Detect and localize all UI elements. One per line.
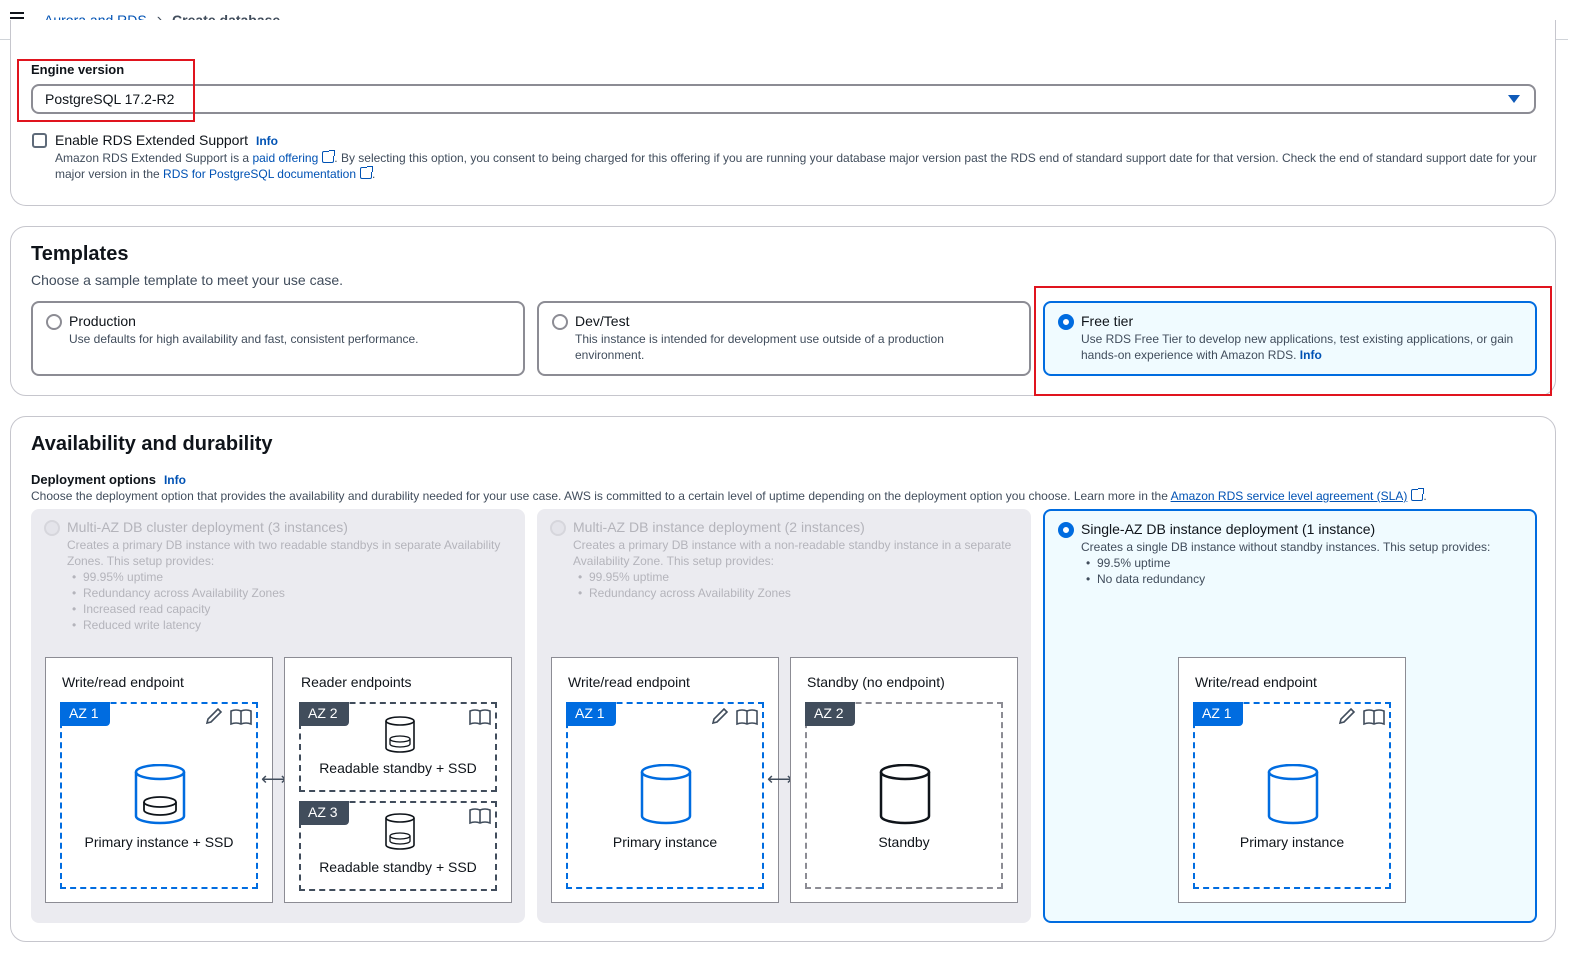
- az-tag: AZ 1: [1193, 702, 1243, 726]
- availability-title: Availability and durability: [31, 433, 273, 455]
- book-icon: [1363, 709, 1385, 726]
- info-link[interactable]: Info: [164, 473, 186, 487]
- extended-support-desc: Amazon RDS Extended Support is a paid of…: [55, 150, 1537, 181]
- deploy-multi-az-cluster: Multi-AZ DB cluster deployment (3 instan…: [31, 509, 525, 923]
- deploy-title: Single-AZ DB instance deployment (1 inst…: [1081, 521, 1376, 537]
- template-desc: This instance is intended for developmen…: [575, 332, 944, 362]
- radio-multi-az-instance: [550, 520, 566, 536]
- box-title: Reader endpoints: [301, 674, 412, 690]
- book-icon: [230, 709, 252, 726]
- az-tag: AZ 1: [566, 702, 616, 726]
- highlight-box: [1034, 286, 1552, 396]
- caption: Primary instance: [612, 834, 718, 850]
- edit-icon: [205, 708, 223, 725]
- standby-box: Standby (no endpoint) AZ 2 Standby: [790, 657, 1018, 903]
- engine-version-panel: Engine version PostgreSQL 17.2-R2 Enable…: [10, 20, 1556, 206]
- extended-support-label[interactable]: Enable RDS Extended Support Info: [55, 132, 278, 148]
- book-icon: [736, 709, 758, 726]
- templates-subtitle: Choose a sample template to meet your us…: [31, 272, 344, 288]
- az1-zone: AZ 1 Primary instance: [566, 702, 764, 889]
- deploy-desc: Creates a primary DB instance with two r…: [67, 537, 517, 633]
- radio-production[interactable]: [46, 314, 62, 330]
- database-icon: [640, 764, 692, 825]
- external-link-icon: [1411, 488, 1425, 501]
- box-title: Write/read endpoint: [1195, 674, 1317, 690]
- deploy-title: Multi-AZ DB cluster deployment (3 instan…: [67, 519, 348, 535]
- deploy-title: Multi-AZ DB instance deployment (2 insta…: [573, 519, 865, 535]
- write-read-endpoint-box: Write/read endpoint AZ 1 Primary instanc…: [45, 657, 273, 903]
- sla-link[interactable]: Amazon RDS service level agreement (SLA): [1171, 489, 1408, 503]
- az2-zone: AZ 2 Standby: [805, 702, 1003, 889]
- bidirectional-arrow-icon: ⟷: [767, 769, 793, 789]
- database-ssd-icon: [385, 716, 415, 753]
- az1-zone: AZ 1 Primary instance: [1193, 702, 1391, 889]
- bidirectional-arrow-icon: ⟷: [261, 769, 287, 789]
- write-read-endpoint-box: Write/read endpoint AZ 1 Primary instanc…: [1178, 657, 1406, 903]
- box-title: Standby (no endpoint): [807, 674, 945, 690]
- highlight-box: [17, 59, 195, 122]
- deploy-single-az[interactable]: Single-AZ DB instance deployment (1 inst…: [1043, 509, 1537, 923]
- template-title: Production: [69, 313, 136, 329]
- az1-zone: AZ 1 Primary instance + SSD: [60, 702, 258, 889]
- templates-title: Templates: [31, 243, 129, 265]
- radio-single-az[interactable]: [1058, 522, 1074, 538]
- deployment-desc: Choose the deployment option that provid…: [31, 488, 1427, 503]
- radio-multi-az-cluster: [44, 520, 60, 536]
- box-title: Write/read endpoint: [62, 674, 184, 690]
- rds-postgresql-docs-link[interactable]: RDS for PostgreSQL documentation: [163, 167, 356, 181]
- caption: Readable standby + SSD: [319, 859, 477, 875]
- template-production[interactable]: Production Use defaults for high availab…: [31, 301, 525, 376]
- caption: Standby: [878, 834, 930, 850]
- az-tag: AZ 1: [60, 702, 110, 726]
- database-ssd-icon: [134, 764, 186, 825]
- info-link[interactable]: Info: [256, 134, 278, 148]
- az3-zone: AZ 3 Readable standby + SSD: [299, 801, 497, 891]
- az-tag: AZ 2: [299, 702, 349, 726]
- external-link-icon: [360, 166, 374, 179]
- deploy-desc: Creates a single DB instance without sta…: [1081, 539, 1531, 587]
- radio-devtest[interactable]: [552, 314, 568, 330]
- reader-endpoints-box: Reader endpoints AZ 2 Readable standby +…: [284, 657, 512, 903]
- edit-icon: [711, 708, 729, 725]
- write-read-endpoint-box: Write/read endpoint AZ 1 Primary instanc…: [551, 657, 779, 903]
- template-title: Dev/Test: [575, 313, 630, 329]
- database-ssd-icon: [385, 813, 415, 850]
- availability-panel: Availability and durability Deployment o…: [10, 416, 1556, 942]
- template-devtest[interactable]: Dev/Test This instance is intended for d…: [537, 301, 1031, 376]
- caret-down-icon: [1508, 95, 1520, 103]
- edit-icon: [1338, 708, 1356, 725]
- book-icon: [469, 709, 491, 726]
- deploy-desc: Creates a primary DB instance with a non…: [573, 537, 1023, 601]
- box-title: Write/read endpoint: [568, 674, 690, 690]
- az-tag: AZ 2: [805, 702, 855, 726]
- caption: Readable standby + SSD: [319, 760, 477, 776]
- az2-zone: AZ 2 Readable standby + SSD: [299, 702, 497, 792]
- paid-offering-link[interactable]: paid offering: [252, 151, 318, 165]
- book-icon: [469, 808, 491, 825]
- database-icon: [879, 764, 931, 825]
- extended-support-checkbox[interactable]: [32, 133, 47, 148]
- external-link-icon: [322, 150, 336, 163]
- template-desc: Use defaults for high availability and f…: [69, 332, 419, 346]
- caption: Primary instance: [1239, 834, 1345, 850]
- caption: Primary instance + SSD: [84, 834, 234, 850]
- deploy-multi-az-instance: Multi-AZ DB instance deployment (2 insta…: [537, 509, 1031, 923]
- engine-version-select[interactable]: PostgreSQL 17.2-R2: [31, 84, 1536, 114]
- database-icon: [1267, 764, 1319, 825]
- az-tag: AZ 3: [299, 801, 349, 825]
- deployment-options-label: Deployment options Info: [31, 472, 186, 487]
